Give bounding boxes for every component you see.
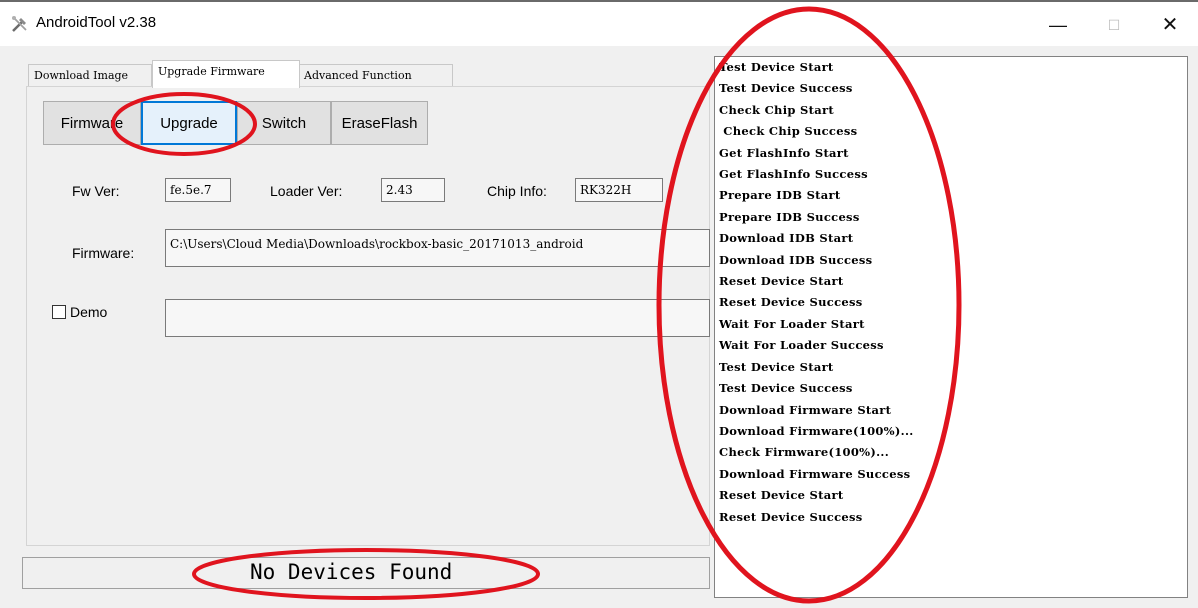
demo-checkbox[interactable] <box>52 305 66 319</box>
log-line: Check Chip Success <box>719 124 858 139</box>
log-line: Test Device Success <box>719 381 853 396</box>
firmware-label: Firmware: <box>72 245 135 261</box>
status-text: No Devices Found <box>250 560 453 584</box>
firmware-path-field[interactable]: C:\Users\Cloud Media\Downloads\rockbox-b… <box>165 229 710 267</box>
tab-upgrade-firmware[interactable]: Upgrade Firmware <box>152 60 300 88</box>
tab-advanced-function[interactable]: Advanced Function <box>298 64 453 87</box>
firmware-button[interactable]: Firmware <box>43 101 141 145</box>
fw-ver-label: Fw Ver: <box>72 183 120 199</box>
chip-info-field: RK322H <box>575 178 663 202</box>
minimize-icon[interactable]: — <box>1038 12 1078 38</box>
log-line: Download Firmware Success <box>719 466 911 481</box>
close-icon[interactable]: ✕ <box>1150 12 1190 38</box>
erase-flash-button[interactable]: EraseFlash <box>331 101 428 145</box>
log-line: Check Chip Start <box>719 102 834 117</box>
log-line: Prepare IDB Start <box>719 188 841 203</box>
demo-field[interactable] <box>165 299 710 337</box>
log-line: Download Firmware(100%)... <box>719 423 914 438</box>
log-line: Wait For Loader Start <box>719 316 865 331</box>
tools-icon <box>12 16 27 32</box>
log-line: Test Device Success <box>719 81 853 96</box>
fw-ver-field: fe.5e.7 <box>165 178 231 202</box>
log-line: Get FlashInfo Start <box>719 145 849 160</box>
upgrade-button[interactable]: Upgrade <box>141 101 237 145</box>
window-title: AndroidTool v2.38 <box>36 14 157 31</box>
log-line: Reset Device Success <box>719 509 863 524</box>
log-line: Check Firmware(100%)... <box>719 445 890 460</box>
demo-label: Demo <box>70 304 108 320</box>
log-line: Download IDB Start <box>719 231 854 246</box>
tab-download-image[interactable]: Download Image <box>28 64 152 87</box>
maximize-icon[interactable]: ☐ <box>1094 12 1134 38</box>
title-bar: AndroidTool v2.38 — ☐ ✕ <box>0 0 1198 46</box>
log-lines: Test Device Start Test Device Success Chec… <box>715 57 1187 528</box>
log-line: Prepare IDB Success <box>719 209 860 224</box>
log-output[interactable]: Test Device Start Test Device Success Chec… <box>714 56 1188 598</box>
log-line: Wait For Loader Success <box>719 338 884 353</box>
loader-ver-field: 2.43 <box>381 178 445 202</box>
log-line: Reset Device Success <box>719 295 863 310</box>
log-line: Get FlashInfo Success <box>719 167 868 182</box>
log-line: Download IDB Success <box>719 252 873 267</box>
loader-ver-label: Loader Ver: <box>270 183 343 199</box>
log-line: Reset Device Start <box>719 274 844 289</box>
log-line: Reset Device Start <box>719 488 844 503</box>
log-line: Test Device Start <box>719 60 834 74</box>
chip-info-label: Chip Info: <box>487 183 547 199</box>
switch-button[interactable]: Switch <box>237 101 331 145</box>
log-line: Test Device Start <box>719 359 834 374</box>
log-line: Download Firmware Start <box>719 402 892 417</box>
